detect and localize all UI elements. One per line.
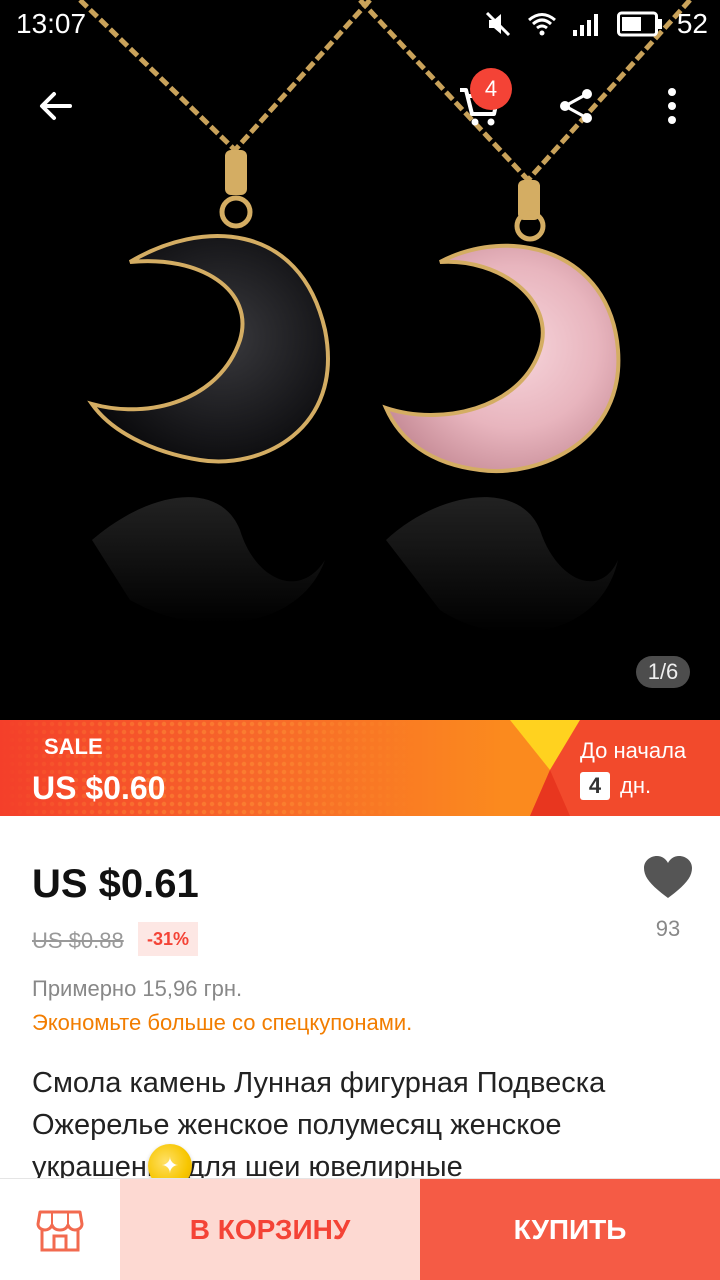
countdown-unit: дн. (620, 773, 652, 798)
cart-count-badge: 4 (470, 68, 512, 110)
battery-level: 52 (676, 8, 708, 39)
store-button[interactable] (0, 1179, 120, 1280)
coupon-link[interactable]: Экономьте больше со спецкупонами. (32, 1010, 412, 1036)
countdown: 4 дн. (580, 772, 651, 800)
wishlist-count: 93 (655, 916, 681, 941)
buy-now-button[interactable]: КУПИТЬ (420, 1179, 720, 1280)
countdown-days: 4 (580, 772, 610, 800)
wifi-icon (527, 13, 556, 36)
image-page-indicator: 1/6 (636, 656, 690, 688)
add-to-cart-button[interactable]: В КОРЗИНУ (120, 1179, 420, 1280)
product-price: US $0.61 (32, 862, 199, 906)
original-price: US $0.88 (32, 928, 124, 953)
mute-icon (485, 11, 510, 37)
bottom-action-bar: В КОРЗИНУ КУПИТЬ (0, 1178, 720, 1280)
back-button[interactable] (20, 70, 92, 142)
arrow-left-icon (40, 92, 72, 120)
more-vertical-icon (668, 88, 676, 124)
sale-label: SALE (44, 734, 103, 759)
sparkle-icon: ✦ (160, 1153, 180, 1178)
discount-badge: -31% (138, 922, 199, 956)
heart-icon (644, 856, 692, 898)
sale-corner-decoration (510, 720, 720, 816)
sale-price: US $0.60 (32, 770, 166, 806)
store-icon (36, 1210, 84, 1252)
product-image-gallery[interactable]: 13:07 52 4 1/6 (0, 0, 720, 720)
signal-icon (572, 14, 598, 36)
wishlist-button[interactable] (644, 856, 692, 905)
sale-banner[interactable]: SALE US $0.60 До начала 4 дн. (0, 720, 720, 816)
battery-icon (616, 11, 662, 37)
approx-local-price: Примерно 15,96 грн. (32, 976, 243, 1001)
share-icon (560, 89, 592, 123)
status-time: 13:07 (16, 8, 87, 39)
product-title: Смола камень Лунная фигурная Подвеска Ож… (32, 1067, 606, 1178)
top-toolbar: 4 (0, 68, 720, 142)
share-button[interactable] (540, 70, 612, 142)
more-options-button[interactable] (636, 70, 708, 142)
status-bar: 13:07 52 (0, 0, 720, 50)
countdown-label: До начала (580, 738, 687, 763)
